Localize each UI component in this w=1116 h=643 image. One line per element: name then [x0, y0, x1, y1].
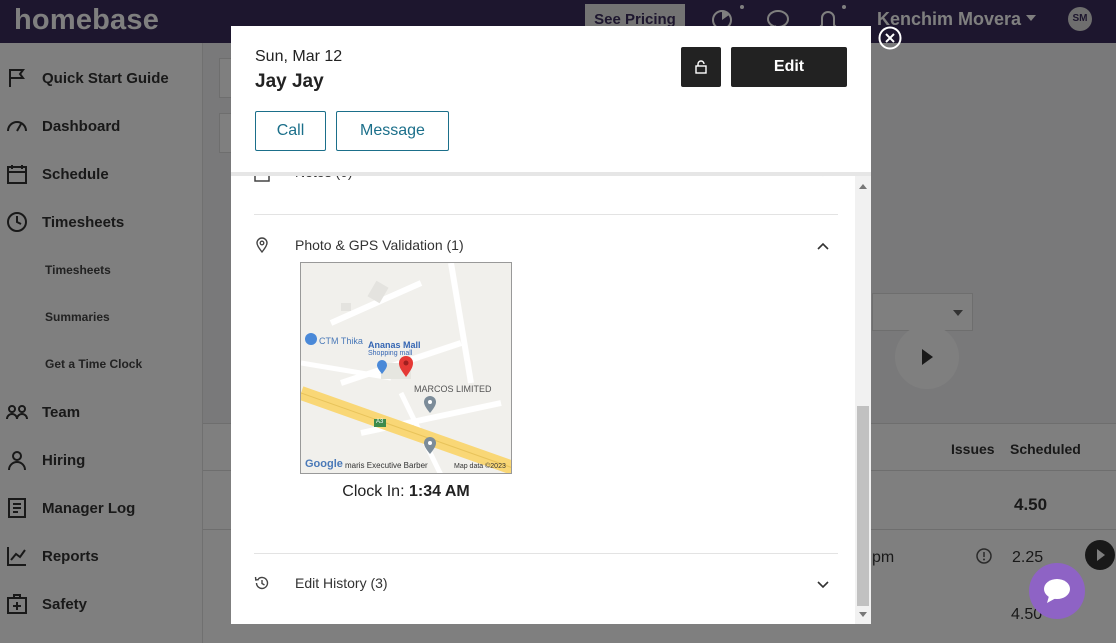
map-label-marcos: MARCOS LIMITED: [414, 384, 492, 394]
modal-body: Notes (0) Photo & GPS Validation (1): [231, 164, 871, 624]
clock-in-info: Clock In: 1:34 AM: [300, 483, 512, 501]
history-icon: [254, 576, 269, 590]
divider: [254, 214, 838, 215]
message-button[interactable]: Message: [336, 111, 449, 151]
edit-history-title: Edit History (3): [295, 575, 388, 591]
clock-in-time: 1:34 AM: [408, 483, 470, 500]
map-label-ctm: CTM Thika: [319, 336, 363, 346]
map-road-label: A3: [376, 419, 384, 425]
edit-button[interactable]: Edit: [731, 47, 847, 87]
place-pin-icon: [424, 437, 436, 454]
modal-header: Sun, Mar 12 Jay Jay Edit Call Message: [231, 26, 871, 176]
map-label-mall: Ananas Mall: [368, 340, 421, 350]
scroll-up-arrow[interactable]: [859, 184, 867, 189]
shift-detail-modal: Sun, Mar 12 Jay Jay Edit Call Message No…: [231, 26, 871, 624]
modal-scrollbar[interactable]: [855, 176, 871, 624]
scroll-down-arrow[interactable]: [859, 612, 867, 617]
chevron-up-icon[interactable]: [816, 239, 830, 253]
place-pin-icon: [424, 396, 436, 413]
map-data-attribution: Map data ©2023: [454, 463, 506, 470]
close-icon[interactable]: [878, 26, 902, 50]
chevron-down-icon[interactable]: [816, 578, 830, 592]
gps-map[interactable]: CTM Thika Ananas Mall Shopping mall MARC…: [300, 262, 512, 474]
shopping-pin-icon: [377, 360, 387, 374]
photo-gps-section[interactable]: Photo & GPS Validation (1): [254, 236, 838, 256]
google-logo: Google: [305, 458, 343, 470]
shift-date: Sun, Mar 12: [255, 48, 343, 65]
call-button[interactable]: Call: [255, 111, 326, 151]
divider: [254, 553, 838, 554]
edit-history-section[interactable]: Edit History (3): [254, 574, 838, 594]
chat-bubble-icon: [1044, 579, 1070, 603]
chat-launcher-button[interactable]: [1029, 563, 1085, 619]
employee-name: Jay Jay: [255, 71, 324, 92]
location-pin-icon: [256, 237, 268, 253]
location-marker-icon: [399, 356, 413, 377]
clock-in-label: Clock In:: [342, 483, 405, 500]
map-label-barber: maris Executive Barber: [345, 461, 428, 470]
scroll-thumb[interactable]: [857, 406, 869, 606]
photo-gps-title: Photo & GPS Validation (1): [295, 237, 464, 253]
lock-button[interactable]: [681, 47, 721, 87]
lock-icon: [695, 60, 707, 74]
